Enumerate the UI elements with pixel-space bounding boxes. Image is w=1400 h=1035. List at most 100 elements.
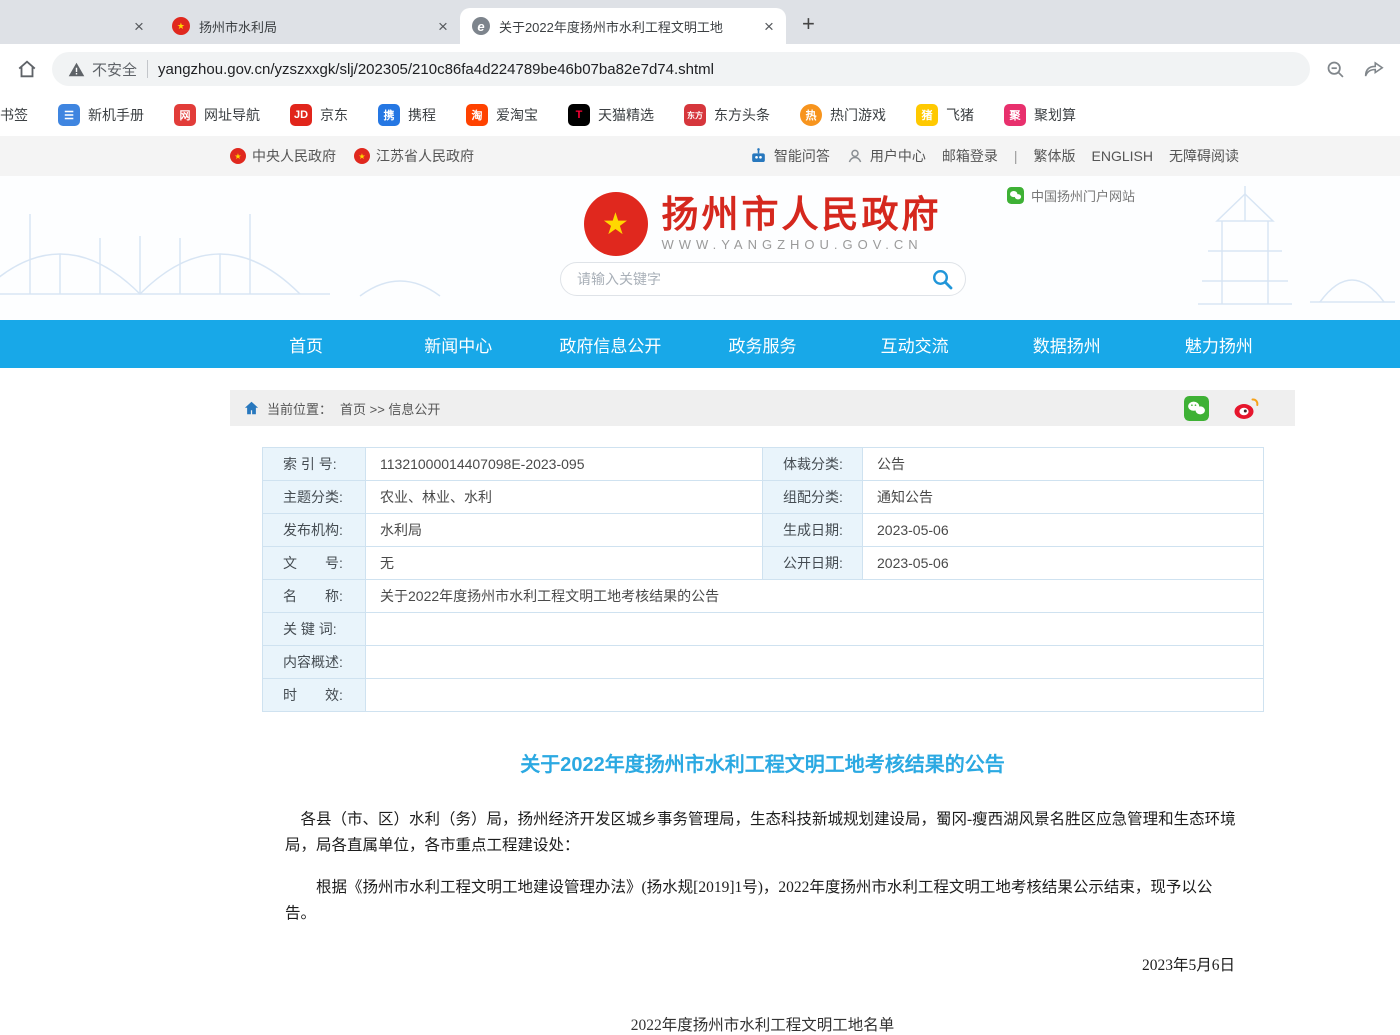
home-icon [244,401,259,415]
content-area: 当前位置： 首页 >> 信息公开 索 引 号: 1132100001440709… [230,390,1295,1035]
site-logo[interactable]: ★ 扬州市人民政府 WWW.YANGZHOU.GOV.CN [584,192,942,256]
meta-label: 发布机构: [263,514,366,547]
link-accessibility[interactable]: 无障碍阅读 [1169,146,1239,166]
nav-gov-info-disclosure[interactable]: 政府信息公开 [534,332,686,357]
close-icon[interactable]: × [134,18,144,35]
nav-charming-yangzhou[interactable]: 魅力扬州 [1143,332,1295,357]
meta-label: 内容概述: [263,646,366,679]
url-divider [147,60,148,78]
security-label: 不安全 [92,59,137,80]
new-tab-button[interactable]: + [786,4,831,44]
dongfang-icon: 东方 [684,104,706,126]
link-jiangsu-government[interactable]: ★ 江苏省人民政府 [354,146,474,166]
close-icon[interactable]: × [438,18,448,35]
tab-title: 关于2022年度扬州市水利工程文明工地 [499,17,755,36]
tmall-icon: T [568,104,590,126]
meta-label: 索 引 号: [263,448,366,481]
bookmark-remen-youxi[interactable]: 热 热门游戏 [800,104,886,126]
robot-icon [749,147,768,166]
nav-data-yangzhou[interactable]: 数据扬州 [991,332,1143,357]
document-meta-table: 索 引 号: 11321000014407098E-2023-095 体裁分类:… [262,447,1264,712]
link-central-government[interactable]: ★ 中央人民政府 [230,146,336,166]
warning-icon [68,62,85,77]
meta-value: 2023-05-06 [863,547,1264,580]
ctrip-dolphin-icon: 携 [378,104,400,126]
nav-news-center[interactable]: 新闻中心 [382,332,534,357]
table-row: 索 引 号: 11321000014407098E-2023-095 体裁分类:… [263,448,1264,481]
portal-link[interactable]: 中国扬州门户网站 [1007,186,1135,205]
tab-partial[interactable]: × [118,8,160,44]
table-row: 文 号: 无 公开日期: 2023-05-06 [263,547,1264,580]
meta-value: 2023-05-06 [863,514,1264,547]
meta-value: 水利局 [366,514,763,547]
bookmark-aitaobao[interactable]: 淘 爱淘宝 [466,104,538,126]
bookmark-ctrip[interactable]: 携 携程 [378,104,436,126]
meta-value: 关于2022年度扬州市水利工程文明工地考核结果的公告 [366,580,1264,613]
bookmark-ji-shuqian[interactable]: 机书签 [0,105,28,125]
breadcrumb-path[interactable]: 首页 >> 信息公开 [340,399,440,418]
gov-emblem-icon: ★ [354,148,370,164]
games-icon: 热 [800,104,822,126]
meta-label: 公开日期: [763,547,863,580]
taobao-icon: 淘 [466,104,488,126]
meta-value: 无 [366,547,763,580]
link-traditional-chinese[interactable]: 繁体版 [1034,146,1076,166]
nav-interaction[interactable]: 互动交流 [839,332,991,357]
list-heading: 2022年度扬州市水利工程文明工地名单 [230,1013,1295,1035]
meta-value [366,646,1264,679]
fliggy-pig-icon: 猪 [916,104,938,126]
bookmark-fliggy[interactable]: 猪 飞猪 [916,104,974,126]
link-mail-login[interactable]: 邮箱登录 [942,146,998,166]
article-title: 关于2022年度扬州市水利工程文明工地考核结果的公告 [230,748,1295,777]
bookmark-wangzhi-daohang[interactable]: 网 网址导航 [174,104,260,126]
meta-label: 关 键 词: [263,613,366,646]
breadcrumb-label: 当前位置： [267,399,332,418]
zoom-out-icon[interactable] [1322,59,1348,80]
meta-label: 体裁分类: [763,448,863,481]
national-emblem-icon: ★ [584,192,648,256]
meta-label: 时 效: [263,679,366,712]
tab-announcement-active[interactable]: e 关于2022年度扬州市水利工程文明工地 × [460,8,786,44]
nav-home[interactable]: 首页 [230,332,382,357]
divider: | [1014,148,1018,164]
gov-top-bar: ★ 中央人民政府 ★ 江苏省人民政府 智能问答 用户中心 邮箱登录 | 繁体版 … [0,136,1400,176]
browser-tab-bar: × ★ 扬州市水利局 × e 关于2022年度扬州市水利工程文明工地 × + [0,0,1400,44]
manual-icon: ☰ [58,104,80,126]
meta-value [366,613,1264,646]
link-smart-qa[interactable]: 智能问答 [749,146,830,166]
bookmark-jd[interactable]: JD 京东 [290,104,348,126]
bookmark-tmall[interactable]: T 天猫精选 [568,104,654,126]
meta-label: 名 称: [263,580,366,613]
wechat-share-icon[interactable] [1184,396,1209,421]
address-bar[interactable]: 不安全 yangzhou.gov.cn/yzszxxgk/slj/202305/… [52,52,1310,86]
link-user-center[interactable]: 用户中心 [846,146,926,166]
table-row: 关 键 词: [263,613,1264,646]
bookmark-juhuasuan[interactable]: 聚 聚划算 [1004,104,1076,126]
juhuasuan-icon: 聚 [1004,104,1026,126]
search-icon[interactable] [927,264,957,294]
weibo-share-icon[interactable] [1233,396,1259,420]
site-name: 扬州市人民政府 [662,196,942,235]
link-english[interactable]: ENGLISH [1092,148,1153,164]
tab-yangzhou-water-bureau[interactable]: ★ 扬州市水利局 × [160,8,460,44]
share-icon[interactable] [1360,59,1386,80]
search-input[interactable] [577,271,927,287]
gov-emblem-favicon-icon: ★ [172,17,190,35]
nav-site-icon: 网 [174,104,196,126]
close-icon[interactable]: × [764,18,774,35]
site-domain: WWW.YANGZHOU.GOV.CN [662,237,942,252]
table-row: 名 称: 关于2022年度扬州市水利工程文明工地考核结果的公告 [263,580,1264,613]
table-row: 内容概述: [263,646,1264,679]
nav-gov-services[interactable]: 政务服务 [686,332,838,357]
bookmark-dongfang-toutiao[interactable]: 东方 东方头条 [684,104,770,126]
meta-label: 文 号: [263,547,366,580]
home-icon[interactable] [14,58,40,80]
security-chip[interactable]: 不安全 [68,59,137,80]
meta-value: 通知公告 [863,481,1264,514]
article-paragraph: 根据《扬州市水利工程文明工地建设管理办法》(扬水规[2019]1号)，2022年… [285,875,1240,927]
wechat-icon [1007,187,1024,204]
article-date: 2023年5月6日 [230,953,1235,975]
bookmark-xinji-shouce[interactable]: ☰ 新机手册 [58,104,144,126]
meta-value: 公告 [863,448,1264,481]
table-row: 时 效: [263,679,1264,712]
